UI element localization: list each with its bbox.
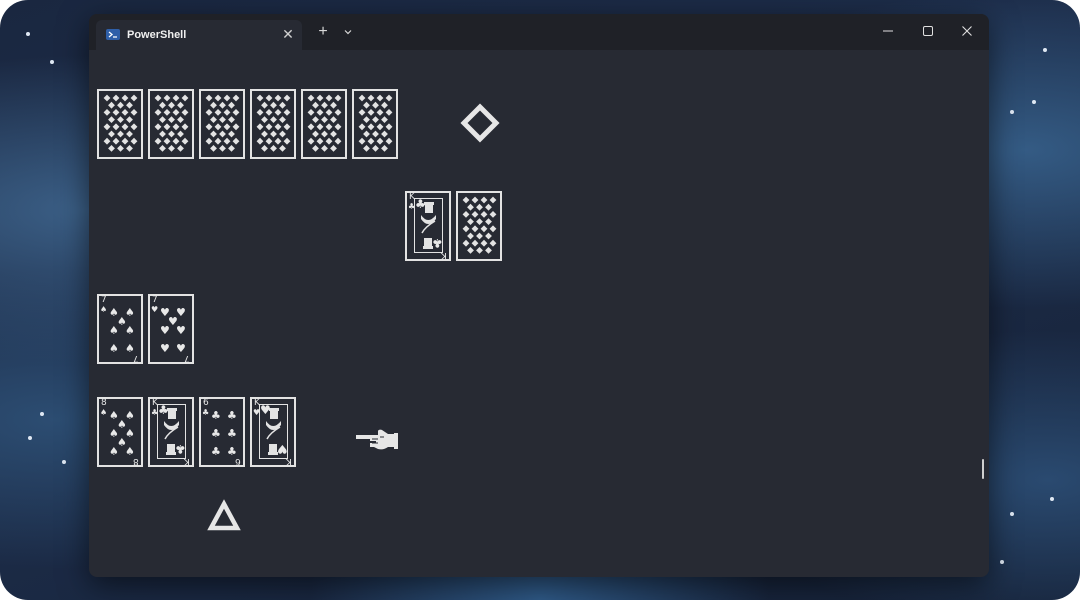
card-pip: ♣ — [227, 427, 237, 440]
card-back-pattern — [255, 94, 291, 159]
playing-card: 7 ♥ 7 ♥ ♥ ♥ ♥ ♥ ♥ ♥ — [148, 294, 194, 364]
triangle-outline-icon — [206, 499, 242, 535]
diamond-outline-icon — [457, 102, 503, 148]
card-pip: ♣ — [227, 409, 237, 422]
card-back-pattern — [306, 94, 342, 159]
card-pip: ♠ — [109, 445, 119, 458]
playing-card: 6 ♣ 6 ♣ ♣ ♣ ♣ ♣ ♣ — [199, 397, 245, 467]
card-pip: ♥ — [160, 324, 170, 337]
playing-card: K ♥ K ♥ ♥ — [250, 397, 296, 467]
card-face-down — [456, 191, 502, 261]
wallpaper-star — [1032, 100, 1036, 104]
title-bar[interactable]: PowerShell ✕ + — [89, 14, 989, 50]
wallpaper-star — [1043, 48, 1047, 52]
card-face-down — [199, 89, 245, 159]
card-pip: ♥ — [160, 342, 170, 355]
tab-title: PowerShell — [127, 29, 187, 41]
minimize-icon[interactable] — [879, 22, 897, 40]
tab-dropdown-chevron-icon[interactable] — [341, 23, 355, 41]
card-face-down — [97, 89, 143, 159]
playing-card: K ♣ K ♣ ♣ — [405, 191, 451, 261]
wallpaper-star — [1010, 512, 1014, 516]
wallpaper-star — [1050, 497, 1054, 501]
card-pip: ♣ — [227, 445, 237, 458]
card-pip: ♣ — [211, 409, 221, 422]
card-back-pattern — [357, 94, 393, 159]
terminal-content: K ♣ K ♣ ♣ 7 ♠ 7 ♠ ♠ ♠ ♠ ♠ ♠ ♠ 7 ♥ 7 ♥ ♥ ♥ ♥ ♥ ♥ ♥ 8 ♠ 8 ♠ ♠ ♠ ♠ ♠ ♠ ♠ ♠ K ♣… — [89, 50, 989, 577]
playing-card: K ♣ K ♣ ♣ — [148, 397, 194, 467]
card-suit: ♥ — [260, 403, 271, 417]
wallpaper-star — [40, 412, 44, 416]
wallpaper-star — [50, 60, 54, 64]
scrollbar-thumb[interactable] — [982, 459, 984, 479]
new-tab-button[interactable]: + — [314, 23, 332, 41]
card-suit: ♥ — [151, 305, 159, 314]
card-face-down — [301, 89, 347, 159]
playing-card: 8 ♠ 8 ♠ ♠ ♠ ♠ ♠ ♠ ♠ ♠ — [97, 397, 143, 467]
card-pip: ♣ — [211, 445, 221, 458]
pointing-hand-icon — [353, 427, 401, 455]
card-pip: ♠ — [125, 445, 135, 458]
card-suit: ♠ — [100, 305, 108, 314]
card-back-pattern — [153, 94, 189, 159]
card-pip: ♥ — [176, 342, 186, 355]
tab-powershell[interactable]: PowerShell ✕ — [96, 20, 302, 50]
card-suit: ♣ — [415, 197, 426, 211]
card-pip: ♣ — [211, 427, 221, 440]
card-back-pattern — [102, 94, 138, 159]
card-suit: ♣ — [202, 408, 210, 417]
card-pip: ♠ — [109, 324, 119, 337]
card-pip: ♠ — [109, 342, 119, 355]
wallpaper-star — [28, 436, 32, 440]
playing-card: 7 ♠ 7 ♠ ♠ ♠ ♠ ♠ ♠ ♠ — [97, 294, 143, 364]
card-back-pattern — [461, 196, 497, 261]
card-suit: ♥ — [277, 442, 288, 456]
wallpaper-star — [1010, 110, 1014, 114]
card-pip: ♠ — [125, 324, 135, 337]
card-suit: ♠ — [100, 408, 108, 417]
card-suit: ♣ — [175, 442, 186, 456]
card-face-down — [148, 89, 194, 159]
card-suit: ♣ — [158, 403, 169, 417]
card-suit: ♣ — [432, 236, 443, 250]
close-window-icon[interactable] — [958, 22, 976, 40]
wallpaper-star — [1000, 560, 1004, 564]
card-face-down — [250, 89, 296, 159]
powershell-icon — [106, 29, 120, 40]
terminal-window: PowerShell ✕ + K ♣ K ♣ ♣ 7 ♠ 7 ♠ ♠ ♠ ♠ ♠ ♠ ♠ 7 ♥ 7 ♥ ♥ ♥ ♥ ♥ ♥… — [89, 14, 989, 577]
card-back-pattern — [204, 94, 240, 159]
card-face-down — [352, 89, 398, 159]
wallpaper-star — [26, 32, 30, 36]
maximize-icon[interactable] — [919, 22, 937, 40]
wallpaper-star — [62, 460, 66, 464]
card-pip: ♥ — [176, 324, 186, 337]
close-tab-icon[interactable]: ✕ — [280, 26, 296, 42]
card-pip: ♠ — [125, 342, 135, 355]
